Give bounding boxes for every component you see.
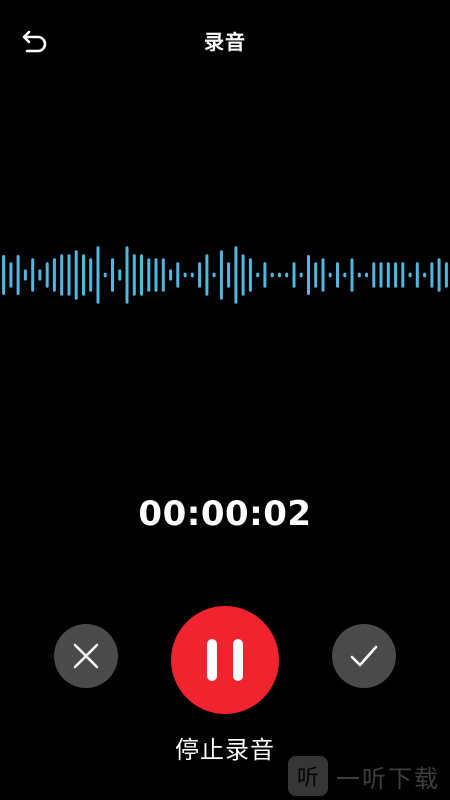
page-title: 录音 bbox=[204, 30, 246, 54]
waveform-bar bbox=[292, 262, 296, 288]
waveform-bar bbox=[154, 258, 158, 292]
close-icon bbox=[73, 643, 99, 669]
waveform-bar bbox=[9, 262, 13, 288]
waveform-bar bbox=[45, 262, 49, 288]
waveform-bar bbox=[82, 254, 85, 296]
waveform-bar bbox=[198, 262, 202, 288]
waveform-bar bbox=[248, 258, 252, 292]
audio-waveform bbox=[2, 246, 448, 304]
waveform-bar bbox=[219, 250, 223, 300]
waveform-bar bbox=[415, 262, 419, 288]
waveform-bar bbox=[111, 258, 114, 292]
waveform-bar bbox=[169, 269, 173, 281]
watermark: 听 一听下载 bbox=[288, 756, 448, 796]
waveform-bar bbox=[314, 262, 318, 288]
waveform-bar bbox=[89, 258, 93, 292]
waveform-bar bbox=[241, 254, 245, 296]
waveform-bar bbox=[190, 272, 194, 278]
waveform-bar bbox=[118, 269, 122, 281]
watermark-text: 一听下载 bbox=[336, 764, 440, 793]
waveform-bar bbox=[372, 262, 376, 288]
waveform-bar bbox=[205, 254, 209, 296]
waveform-bar bbox=[31, 258, 35, 292]
waveform-bar bbox=[234, 246, 238, 304]
waveform-bar bbox=[444, 262, 448, 288]
waveform-bar bbox=[263, 262, 267, 288]
waveform-bar bbox=[52, 258, 56, 292]
waveform-bar bbox=[343, 272, 347, 278]
waveform-bar bbox=[2, 255, 6, 295]
waveform-bar bbox=[437, 258, 441, 292]
pause-bar-right bbox=[233, 639, 243, 681]
watermark-logo: 听 bbox=[288, 756, 328, 796]
cancel-button[interactable] bbox=[54, 624, 118, 688]
waveform-bar bbox=[60, 254, 64, 296]
waveform-bar bbox=[386, 262, 390, 288]
waveform-bar bbox=[357, 272, 361, 278]
waveform-bar bbox=[394, 262, 398, 288]
waveform-bar bbox=[96, 246, 100, 304]
waveform-bar bbox=[401, 262, 405, 288]
waveform-bar bbox=[132, 254, 136, 296]
waveform-bar bbox=[423, 272, 427, 278]
pause-recording-button[interactable] bbox=[171, 606, 279, 714]
waveform-bar bbox=[161, 258, 165, 292]
waveform-bar bbox=[336, 262, 339, 288]
waveform-bar bbox=[270, 272, 274, 278]
waveform-bar bbox=[227, 262, 231, 288]
waveform-bar bbox=[212, 272, 216, 278]
pause-bar-left bbox=[207, 639, 217, 681]
waveform-bar bbox=[328, 272, 332, 278]
confirm-button[interactable] bbox=[332, 624, 396, 688]
waveform-bar bbox=[103, 272, 107, 278]
waveform-bar bbox=[140, 254, 143, 296]
pause-icon bbox=[199, 639, 251, 681]
waveform-bar bbox=[379, 262, 383, 288]
waveform-bar bbox=[277, 272, 281, 278]
waveform-bar bbox=[74, 250, 78, 300]
waveform-bar bbox=[285, 272, 289, 278]
waveform-bar bbox=[307, 255, 310, 295]
waveform-bar bbox=[350, 258, 354, 292]
checkmark-icon bbox=[350, 645, 378, 667]
waveform-bar bbox=[183, 272, 187, 278]
waveform-bar bbox=[23, 269, 27, 281]
waveform-bar bbox=[256, 272, 260, 278]
waveform-bar bbox=[299, 272, 303, 278]
waveform-bar bbox=[430, 262, 434, 288]
header-bar: 录音 bbox=[0, 0, 450, 80]
waveform-bar bbox=[125, 246, 129, 304]
waveform-bar bbox=[147, 258, 151, 292]
recording-timer: 00:00:02 bbox=[138, 494, 312, 534]
waveform-bar bbox=[38, 269, 42, 281]
waveform-bar bbox=[321, 258, 325, 292]
waveform-bar bbox=[176, 262, 180, 288]
waveform-bar bbox=[408, 272, 412, 278]
waveform-bar bbox=[365, 272, 368, 278]
waveform-bar bbox=[67, 254, 71, 296]
waveform-bar bbox=[16, 255, 20, 295]
